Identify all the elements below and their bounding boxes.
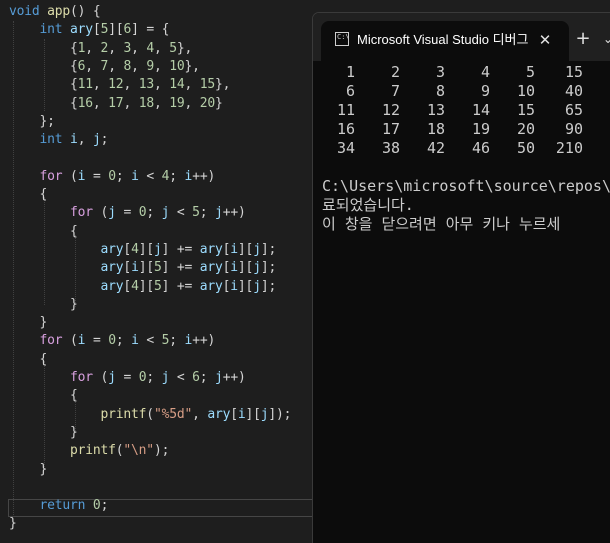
- code-line[interactable]: {: [9, 387, 78, 405]
- output-row: 34 38 42 46 50 210: [313, 139, 583, 158]
- code-line[interactable]: int i, j;: [9, 131, 109, 149]
- output-cell: 65: [564, 101, 583, 119]
- code-line[interactable]: printf("\n");: [9, 442, 169, 460]
- output-cell: 7: [390, 82, 400, 100]
- new-tab-icon[interactable]: +: [571, 27, 595, 51]
- code-line[interactable]: }: [9, 314, 48, 332]
- terminal-icon: C:\: [335, 32, 350, 46]
- tab-title: Microsoft Visual Studio 디버그: [357, 32, 529, 47]
- output-cell: 15: [516, 101, 535, 119]
- output-cell: 34: [336, 139, 355, 157]
- output-cell: 9: [480, 82, 490, 100]
- code-line[interactable]: }: [9, 424, 78, 442]
- code-line[interactable]: ary[i][5] += ary[i][j];: [9, 259, 277, 277]
- output-cell: 18: [426, 120, 445, 138]
- close-tab-icon[interactable]: ✕: [533, 28, 557, 52]
- output-cell: 10: [516, 82, 535, 100]
- code-line[interactable]: return 0;: [9, 497, 109, 515]
- code-line[interactable]: {: [9, 223, 78, 241]
- code-line[interactable]: {: [9, 351, 48, 369]
- output-cell: 42: [426, 139, 445, 157]
- code-line[interactable]: {1, 2, 3, 4, 5},: [9, 40, 192, 58]
- output-cell: 12: [381, 101, 400, 119]
- output-cell: 16: [336, 120, 355, 138]
- code-line[interactable]: ary[4][j] += ary[i][j];: [9, 241, 277, 259]
- code-line[interactable]: {6, 7, 8, 9, 10},: [9, 58, 200, 76]
- output-cell: 90: [564, 120, 583, 138]
- terminal-output[interactable]: 1 2 3 4 5 15 6 7 8 9 10 40 11 12 13 14 15 65 16 17 18 19 20 90 3…: [313, 61, 610, 543]
- output-row: 11 12 13 14 15 65: [313, 101, 583, 120]
- output-cell: 11: [336, 101, 355, 119]
- output-row: 16 17 18 19 20 90: [313, 120, 583, 139]
- output-cell: 15: [564, 63, 583, 81]
- terminal-titlebar[interactable]: C:\ Microsoft Visual Studio 디버그 ✕ + ⌄: [313, 13, 610, 61]
- output-cell: 3: [435, 63, 445, 81]
- code-line[interactable]: for (j = 0; j < 6; j++): [9, 369, 246, 387]
- code-line[interactable]: for (j = 0; j < 5; j++): [9, 204, 246, 222]
- output-cell: 46: [471, 139, 490, 157]
- code-line[interactable]: };: [9, 113, 55, 131]
- code-line[interactable]: printf("%5d", ary[i][j]);: [9, 406, 292, 424]
- output-row: 1 2 3 4 5 15: [313, 63, 583, 82]
- code-line[interactable]: }: [9, 461, 48, 479]
- output-cell: 2: [390, 63, 400, 81]
- code-line[interactable]: {16, 17, 18, 19, 20}: [9, 95, 223, 113]
- output-cell: 40: [564, 82, 583, 100]
- terminal-icon-text: C:\: [337, 33, 350, 41]
- output-cell: 5: [525, 63, 535, 81]
- terminal-window[interactable]: C:\ Microsoft Visual Studio 디버그 ✕ + ⌄ 12…: [312, 12, 610, 543]
- output-cell: 4: [480, 63, 490, 81]
- chevron-down-icon[interactable]: ⌄: [603, 27, 610, 51]
- output-cell: 50: [516, 139, 535, 157]
- code-line[interactable]: {: [9, 186, 48, 204]
- path-line: C:\Users\microsoft\source\repos\: [322, 177, 610, 195]
- output-cell: 38: [381, 139, 400, 157]
- code-line[interactable]: ary[4][5] += ary[i][j];: [9, 278, 277, 296]
- output-cell: 210: [555, 139, 583, 157]
- code-line[interactable]: {11, 12, 13, 14, 15},: [9, 76, 230, 94]
- output-cell: 14: [471, 101, 490, 119]
- output-cell: 6: [345, 82, 355, 100]
- output-cell: 13: [426, 101, 445, 119]
- message-line: 료되었습니다.: [322, 196, 414, 214]
- output-cell: 19: [471, 120, 490, 138]
- code-line[interactable]: for (i = 0; i < 4; i++): [9, 168, 216, 186]
- code-line[interactable]: for (i = 0; i < 5; i++): [9, 332, 216, 350]
- output-row: 6 7 8 9 10 40: [313, 82, 583, 101]
- output-cell: 1: [345, 63, 355, 81]
- output-cell: 8: [435, 82, 445, 100]
- terminal-tab[interactable]: C:\ Microsoft Visual Studio 디버그 ✕: [321, 21, 569, 61]
- output-cell: 17: [381, 120, 400, 138]
- code-line[interactable]: int ary[5][6] = {: [9, 21, 170, 39]
- message-line: 이 창을 닫으려면 아무 키나 누르세: [322, 215, 561, 233]
- code-line[interactable]: }: [9, 296, 78, 314]
- code-line[interactable]: }: [9, 515, 17, 533]
- output-cell: 20: [516, 120, 535, 138]
- code-line[interactable]: void app() {: [9, 3, 101, 21]
